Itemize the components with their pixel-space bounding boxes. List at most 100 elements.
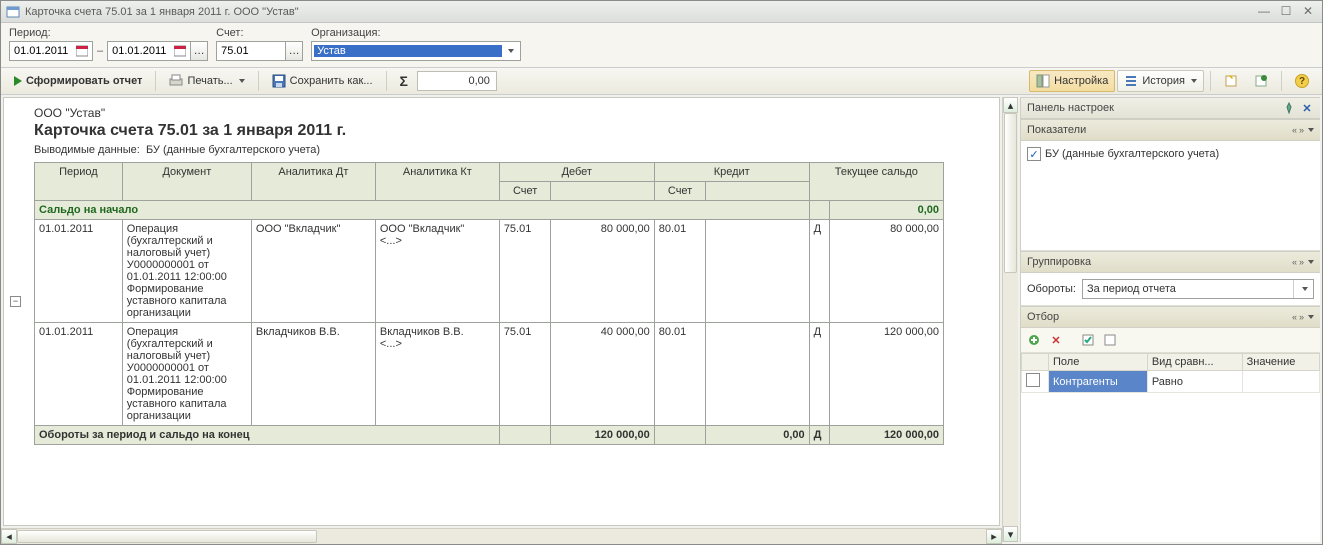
filter-value-cell[interactable]	[1242, 371, 1319, 393]
filter-row[interactable]: Контрагенты Равно	[1022, 371, 1320, 393]
org-label: Организация:	[311, 27, 521, 39]
window-title: Карточка счета 75.01 за 1 января 2011 г.…	[25, 6, 299, 18]
chevron-right-icon[interactable]: »	[1299, 312, 1302, 322]
scroll-left-icon[interactable]: ◂	[1, 529, 17, 544]
turnover-combo[interactable]: За период отчета	[1082, 279, 1314, 299]
turnover-value: За период отчета	[1087, 283, 1176, 295]
sum-display: 0,00	[417, 71, 497, 91]
calendar-icon[interactable]	[172, 42, 188, 60]
save-icon	[272, 74, 286, 88]
filter-col-cmp: Вид сравн...	[1147, 354, 1242, 371]
scroll-down-icon[interactable]: ▾	[1003, 526, 1018, 542]
run-label: Сформировать отчет	[26, 75, 142, 87]
col-d-acc: Счет	[499, 182, 551, 201]
play-icon	[14, 76, 22, 86]
checkbox-bu[interactable]	[1027, 147, 1041, 161]
history-button[interactable]: История	[1117, 70, 1204, 92]
chevron-down-icon[interactable]	[1293, 280, 1309, 298]
minimize-button[interactable]: —	[1254, 5, 1274, 19]
chevron-down-icon[interactable]	[1308, 315, 1314, 319]
saveas-label: Сохранить как...	[290, 75, 373, 87]
col-period: Период	[35, 163, 123, 201]
report-title: Карточка счета 75.01 за 1 января 2011 г.	[34, 122, 989, 140]
chevron-down-icon[interactable]	[502, 42, 518, 60]
table-row[interactable]: 01.01.2011 Операция (бухгалтерский и нал…	[35, 323, 944, 426]
options2-button[interactable]	[1247, 70, 1275, 92]
chevron-left-icon[interactable]: «	[1292, 257, 1295, 267]
filter-field-cell[interactable]: Контрагенты	[1049, 371, 1148, 393]
add-icon[interactable]	[1025, 331, 1043, 349]
report-area: − ООО "Устав" Карточка счета 75.01 за 1 …	[3, 97, 1000, 526]
printer-icon	[169, 74, 183, 88]
date-to-field[interactable]	[107, 41, 191, 61]
grouping-header[interactable]: Группировка « »	[1021, 251, 1320, 273]
saveas-button[interactable]: Сохранить как...	[265, 70, 380, 92]
settings-button[interactable]: Настройка	[1029, 70, 1115, 92]
filter-table: Поле Вид сравн... Значение Контрагенты Р…	[1021, 353, 1320, 393]
org-title: ООО "Устав"	[34, 106, 989, 120]
chevron-down-icon[interactable]	[1308, 128, 1314, 132]
chevron-left-icon[interactable]: «	[1292, 312, 1295, 322]
h-thumb[interactable]	[17, 530, 317, 543]
scroll-up-icon[interactable]: ▴	[1003, 97, 1018, 113]
help-button[interactable]: ?	[1288, 70, 1316, 92]
col-debit: Дебет	[499, 163, 654, 182]
chevron-down-icon[interactable]	[1308, 260, 1314, 264]
chevron-left-icon[interactable]: «	[1292, 125, 1295, 135]
col-k-acc: Счет	[654, 182, 706, 201]
help-icon: ?	[1295, 74, 1309, 88]
chevron-right-icon[interactable]: »	[1299, 257, 1302, 267]
sigma-icon: Σ	[400, 73, 408, 89]
col-credit: Кредит	[654, 163, 809, 182]
date-from-field[interactable]	[9, 41, 93, 61]
close-panel-icon[interactable]: ✕	[1300, 101, 1314, 115]
app-icon	[5, 4, 21, 20]
chevron-right-icon[interactable]: »	[1299, 125, 1302, 135]
range-dash: –	[93, 41, 107, 61]
period-label: Период:	[9, 27, 208, 39]
account-label: Счет:	[216, 27, 303, 39]
check-all-icon[interactable]	[1079, 331, 1097, 349]
turnover-label: Обороты:	[1027, 283, 1076, 295]
panel-title: Панель настроек	[1027, 102, 1114, 114]
period-picker-button[interactable]: …	[190, 41, 208, 61]
run-report-button[interactable]: Сформировать отчет	[7, 70, 149, 92]
date-to-input[interactable]	[110, 44, 172, 58]
uncheck-all-icon[interactable]	[1101, 331, 1119, 349]
scroll-right-icon[interactable]: ▸	[986, 529, 1002, 544]
indicators-title: Показатели	[1027, 124, 1086, 136]
table-row[interactable]: 01.01.2011 Операция (бухгалтерский и нал…	[35, 220, 944, 323]
account-picker-button[interactable]: …	[285, 41, 303, 61]
filter-cmp-cell[interactable]: Равно	[1147, 371, 1242, 393]
panel-title-bar: Панель настроек ✕	[1021, 97, 1320, 119]
row-start: Сальдо на начало 0,00	[35, 201, 944, 220]
filter-row-checkbox[interactable]	[1026, 373, 1040, 387]
filter-header[interactable]: Отбор « »	[1021, 306, 1320, 328]
print-button[interactable]: Печать...	[162, 70, 251, 92]
filter-col-field: Поле	[1049, 354, 1148, 371]
pin-icon[interactable]	[1282, 101, 1296, 115]
account-field[interactable]	[216, 41, 286, 61]
org-field[interactable]: Устав	[311, 41, 521, 61]
col-adt: Аналитика Дт	[251, 163, 375, 201]
v-thumb[interactable]	[1004, 113, 1017, 273]
delete-icon[interactable]: ✕	[1047, 331, 1065, 349]
titlebar: Карточка счета 75.01 за 1 января 2011 г.…	[1, 1, 1322, 23]
calendar-icon[interactable]	[74, 42, 90, 60]
options1-button[interactable]	[1217, 70, 1245, 92]
tool-icon	[1254, 74, 1268, 88]
collapse-button[interactable]: −	[10, 296, 21, 307]
filter-col-value: Значение	[1242, 354, 1319, 371]
v-scrollbar[interactable]: ▴ ▾	[1002, 97, 1018, 542]
account-input[interactable]	[219, 44, 269, 58]
settings-label: Настройка	[1054, 75, 1108, 87]
sigma-button[interactable]: Σ	[393, 70, 415, 92]
indicators-header[interactable]: Показатели « »	[1021, 119, 1320, 141]
close-button[interactable]: ✕	[1298, 5, 1318, 19]
grouping-title: Группировка	[1027, 256, 1091, 268]
col-document: Документ	[122, 163, 251, 201]
report-table: Период Документ Аналитика Дт Аналитика К…	[34, 162, 944, 445]
date-from-input[interactable]	[12, 44, 74, 58]
h-scrollbar[interactable]: ◂ ▸	[1, 528, 1002, 544]
maximize-button[interactable]: ☐	[1276, 5, 1296, 19]
